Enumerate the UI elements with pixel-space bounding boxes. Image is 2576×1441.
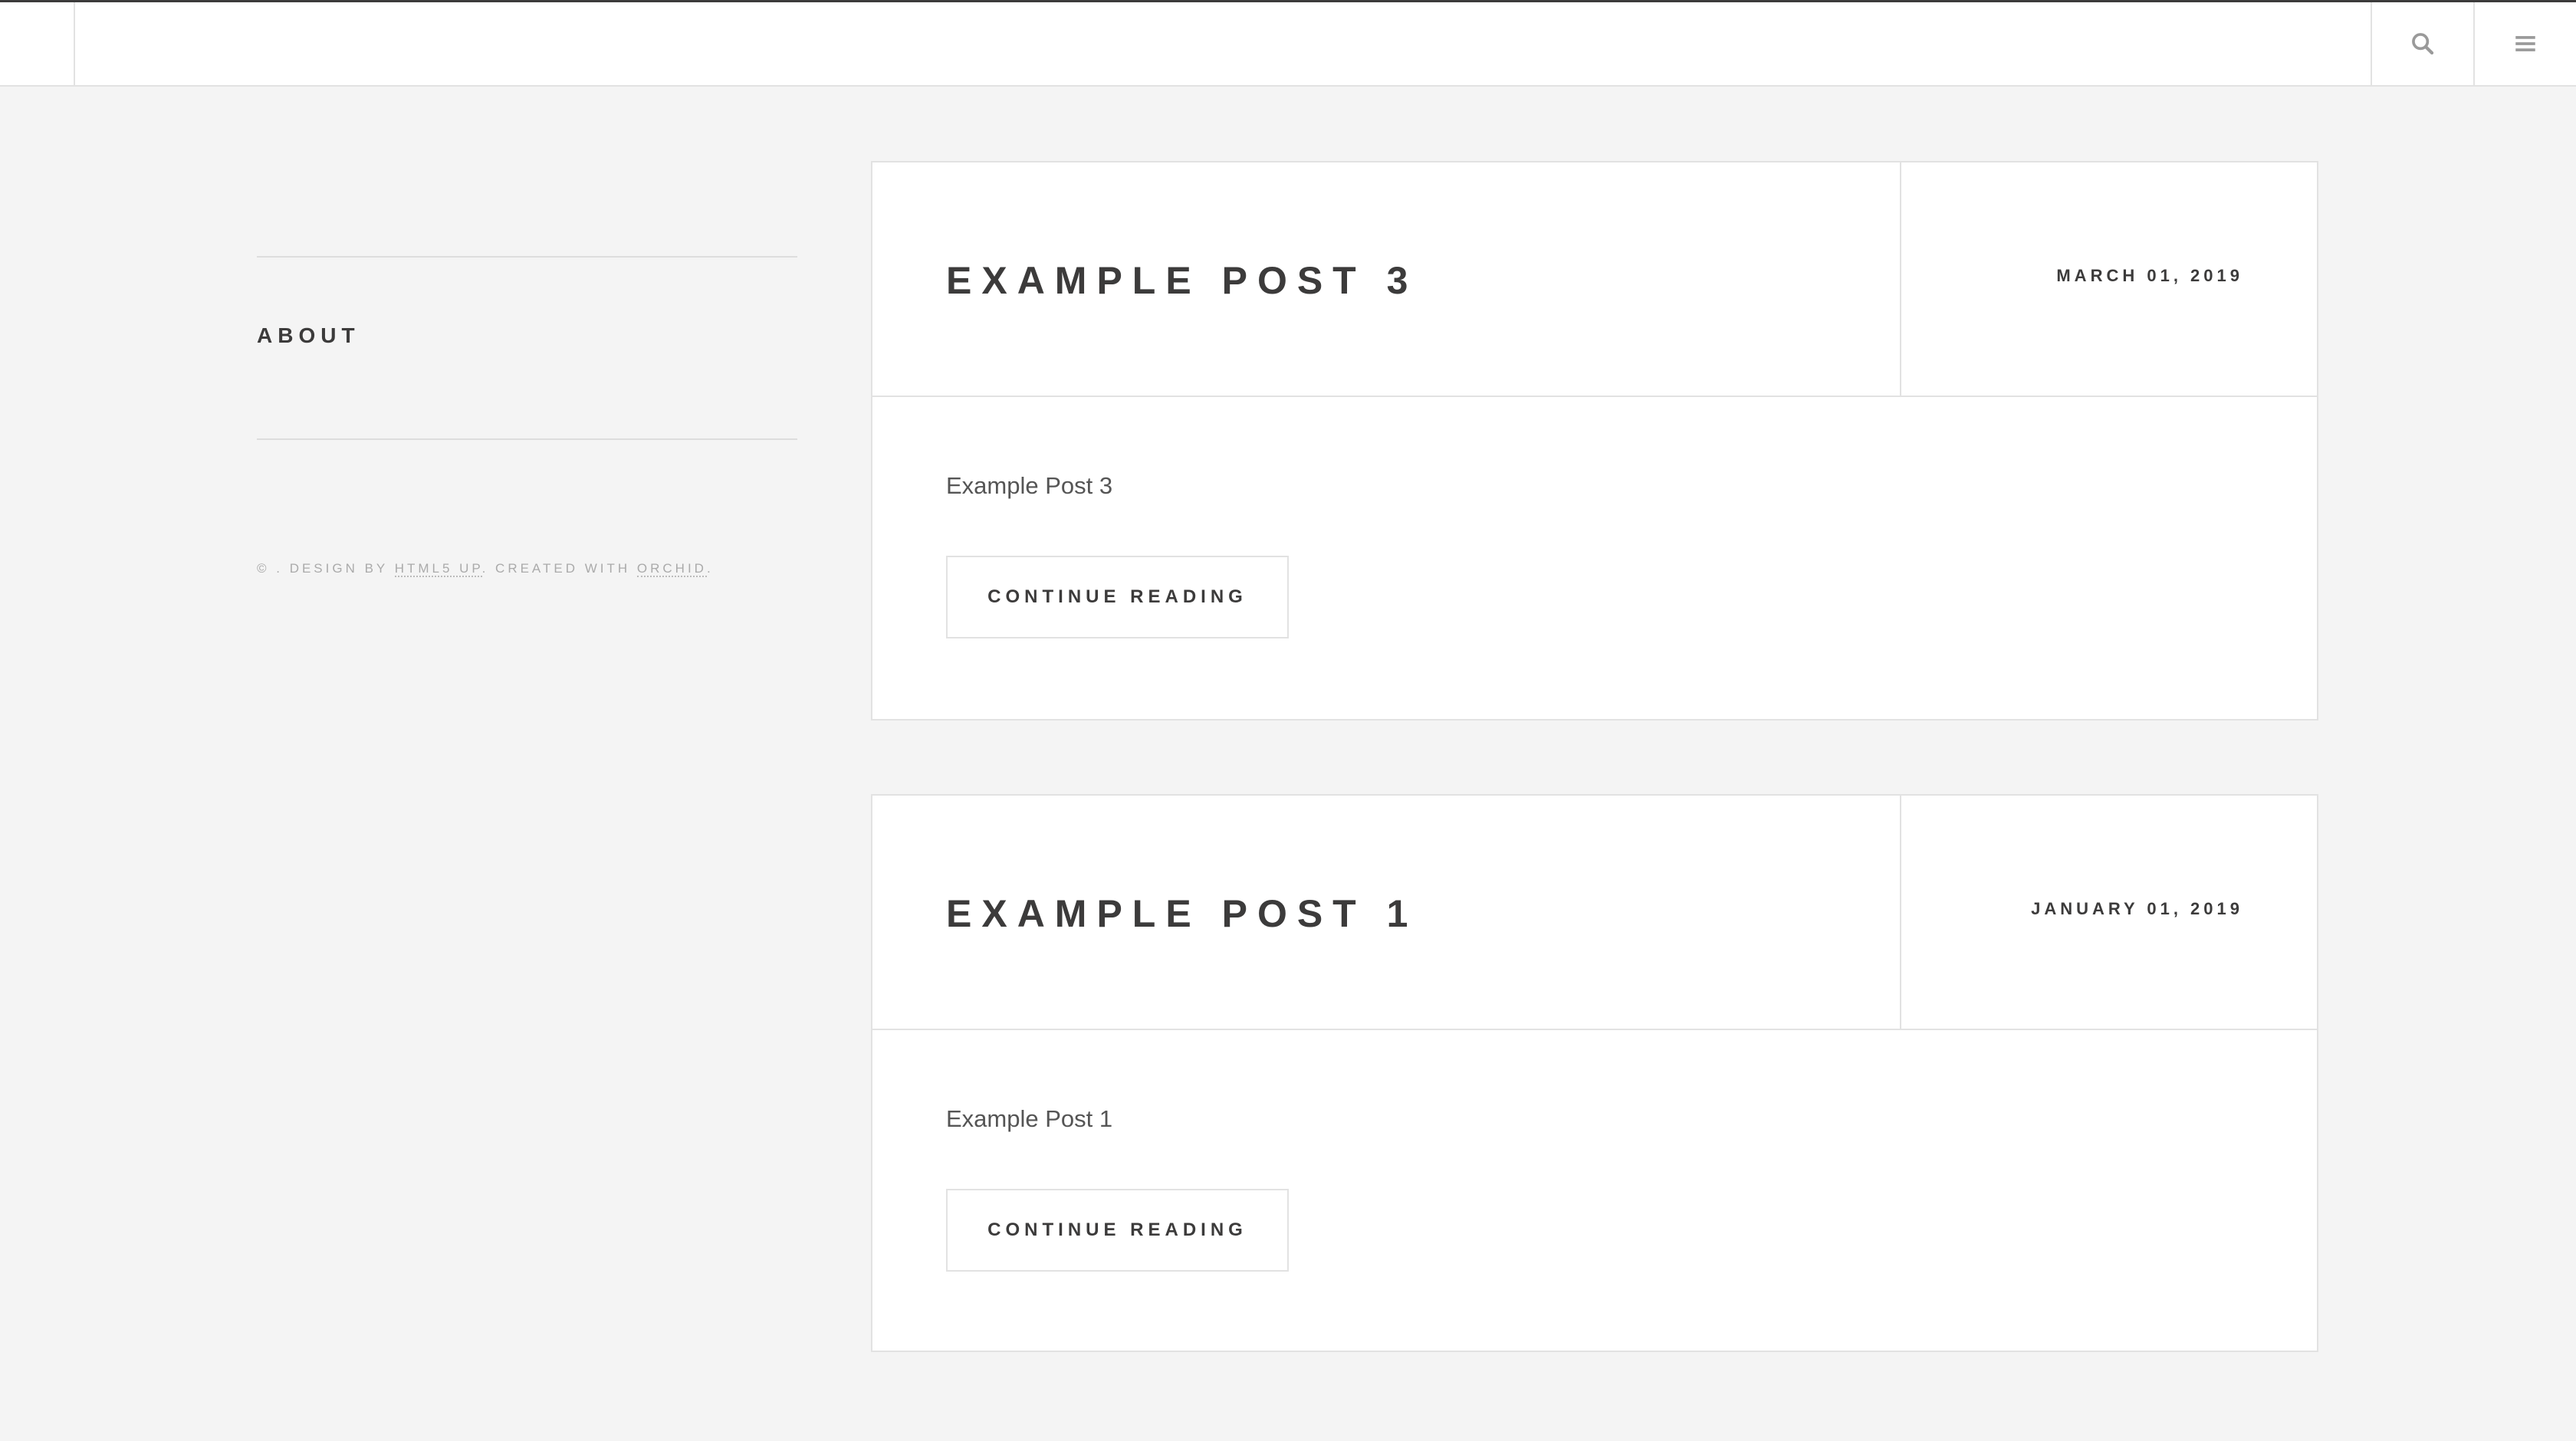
continue-reading-button[interactable]: Continue Reading: [946, 556, 1289, 638]
post-header: Example Post 1 January 01, 2019: [872, 796, 2317, 1030]
sidebar-about-section: About: [257, 258, 797, 438]
post-title-cell: Example Post 3: [872, 162, 1901, 396]
continue-reading-button[interactable]: Continue Reading: [946, 1189, 1289, 1272]
post-excerpt: Example Post 1: [946, 1105, 1113, 1132]
menu-button[interactable]: [2473, 2, 2576, 85]
post-body: Example Post 3 Continue Reading: [872, 397, 2317, 712]
sidebar-divider-bottom: [257, 438, 797, 440]
search-button[interactable]: [2371, 2, 2473, 85]
header-title-area: [75, 2, 2371, 85]
copyright-suffix: .: [706, 561, 714, 576]
post-meta-cell: March 01, 2019: [1901, 162, 2317, 396]
post-date: March 01, 2019: [2056, 266, 2243, 285]
post-card: Example Post 3 March 01, 2019 Example Po…: [871, 161, 2318, 720]
hamburger-menu-icon: [2515, 36, 2535, 51]
post-date: January 01, 2019: [2031, 899, 2243, 918]
post-header: Example Post 3 March 01, 2019: [872, 162, 2317, 397]
post-body: Example Post 1 Continue Reading: [872, 1030, 2317, 1345]
post-title[interactable]: Example Post 1: [946, 891, 1418, 936]
sidebar: About © . Design by HTML5 UP. Created wi…: [257, 256, 797, 577]
html5up-link[interactable]: HTML5 UP: [394, 561, 482, 577]
post-meta-cell: January 01, 2019: [1901, 796, 2317, 1029]
site-header: [0, 0, 2576, 87]
created-with-text: . Created with: [481, 561, 637, 576]
copyright-prefix: © . Design by: [257, 561, 395, 576]
search-icon: [2412, 33, 2434, 55]
copyright-text: © . Design by HTML5 UP. Created with Orc…: [257, 561, 797, 577]
about-link[interactable]: About: [257, 323, 360, 348]
post-title[interactable]: Example Post 3: [946, 258, 1418, 303]
orchid-link[interactable]: Orchid: [636, 561, 707, 577]
post-excerpt: Example Post 3: [946, 472, 1113, 499]
header-left-cell: [0, 2, 75, 85]
post-card: Example Post 1 January 01, 2019 Example …: [871, 794, 2318, 1352]
post-title-cell: Example Post 1: [872, 796, 1901, 1029]
